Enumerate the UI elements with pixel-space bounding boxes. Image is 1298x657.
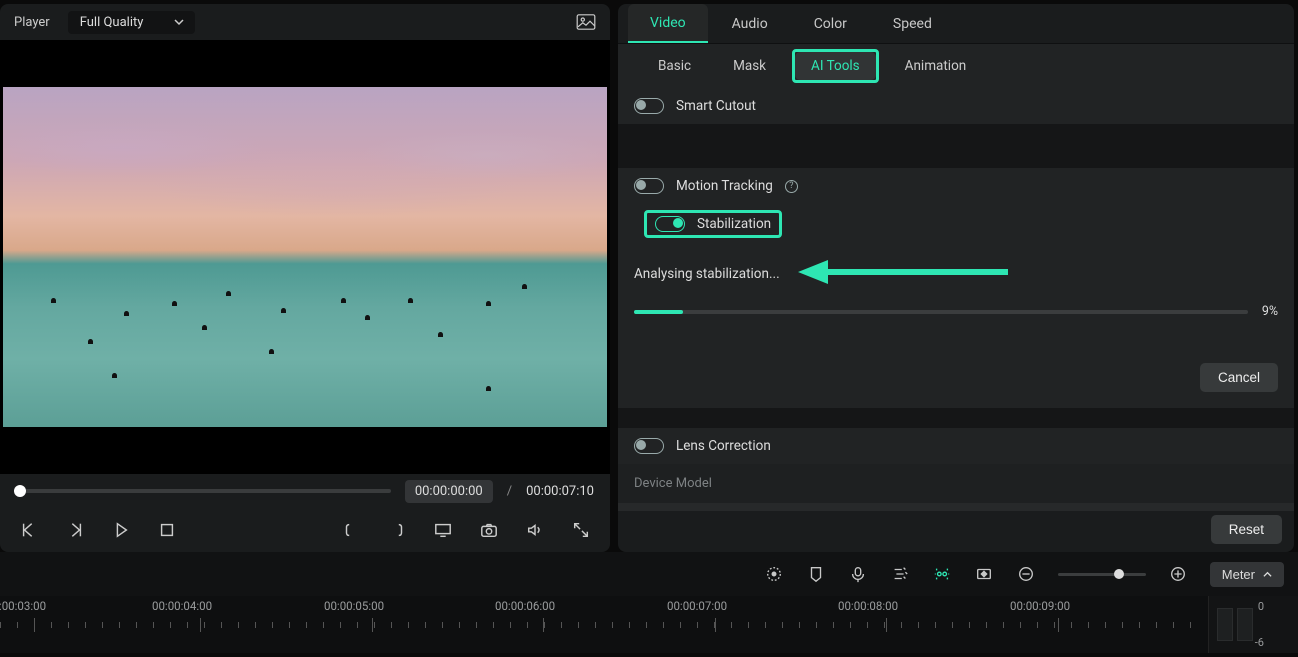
toggle-smart-cutout[interactable] [634, 98, 664, 114]
player-label: Player [14, 15, 50, 30]
tab-basic[interactable]: Basic [642, 52, 707, 80]
chevron-up-icon [1263, 570, 1272, 579]
audio-meter: 0 -6 [1208, 596, 1298, 653]
device-model-label: Device Model [618, 464, 1294, 503]
tab-mask[interactable]: Mask [717, 52, 782, 80]
image-icon[interactable] [576, 14, 596, 30]
ruler-label: 00:00:03:00 [0, 599, 46, 613]
toggle-motion-tracking[interactable] [634, 178, 664, 194]
video-preview[interactable] [0, 40, 610, 474]
timeline-toolbar: Meter [0, 552, 1298, 596]
chevron-down-icon [173, 16, 185, 28]
fullscreen-button[interactable] [570, 519, 592, 541]
next-frame-button[interactable] [64, 519, 86, 541]
sub-tab-bar: Basic Mask AI Tools Animation [618, 44, 1294, 88]
timecode-current[interactable]: 00:00:00:00 [405, 480, 493, 503]
zoom-in-icon[interactable] [1168, 564, 1188, 584]
timecode-sep: / [507, 484, 512, 499]
marker-icon[interactable] [806, 564, 826, 584]
tab-color[interactable]: Color [792, 4, 869, 43]
toggle-lens-correction[interactable] [634, 438, 664, 454]
meter-label: Meter [1222, 567, 1255, 582]
scrub-thumb[interactable] [14, 485, 26, 497]
display-button[interactable] [432, 519, 454, 541]
help-icon[interactable]: ? [785, 180, 798, 193]
timeline: 00:00:03:00 00:00:04:00 00:00:05:00 00:00:0… [0, 596, 1298, 653]
audio-mix-icon[interactable] [890, 564, 910, 584]
cancel-button[interactable]: Cancel [1200, 363, 1278, 392]
reset-button[interactable]: Reset [1211, 515, 1282, 544]
scrub-row: 00:00:00:00 / 00:00:07:10 [0, 474, 610, 508]
ruler-label: 00:00:09:00 [1010, 599, 1070, 613]
volume-button[interactable] [524, 519, 546, 541]
tab-ai-tools[interactable]: AI Tools [795, 52, 876, 80]
snapshot-button[interactable] [478, 519, 500, 541]
player-panel: Player Full Quality [0, 4, 610, 552]
stop-button[interactable] [156, 519, 178, 541]
zoom-slider[interactable] [1058, 573, 1146, 576]
meter-scale-6: -6 [1255, 636, 1264, 649]
highlight-stabilization: Stabilization [644, 210, 782, 238]
tab-video[interactable]: Video [628, 4, 708, 43]
quality-select[interactable]: Full Quality [68, 11, 196, 34]
zoom-thumb[interactable] [1114, 569, 1124, 579]
scrub-track[interactable] [16, 489, 391, 493]
ruler-label: 00:00:04:00 [152, 599, 212, 613]
mark-out-button[interactable] [386, 519, 408, 541]
zoom-out-icon[interactable] [1016, 564, 1036, 584]
mark-in-button[interactable] [340, 519, 362, 541]
row-stabilization: Stabilization [618, 204, 1294, 248]
ruler-label: 00:00:06:00 [495, 599, 555, 613]
label-smart-cutout: Smart Cutout [676, 98, 756, 114]
top-tab-bar: Video Audio Color Speed [618, 4, 1294, 44]
render-icon[interactable] [764, 564, 784, 584]
tab-audio[interactable]: Audio [710, 4, 790, 43]
highlight-ai-tools: AI Tools [792, 49, 879, 83]
timeline-ruler[interactable]: 00:00:03:00 00:00:04:00 00:00:05:00 00:00:0… [0, 596, 1208, 653]
row-lens-correction: Lens Correction [618, 428, 1294, 464]
tab-animation[interactable]: Animation [889, 52, 983, 80]
annotation-arrow-icon [798, 260, 1008, 284]
ruler-label: 00:00:07:00 [667, 599, 727, 613]
ruler-label: 00:00:08:00 [838, 599, 898, 613]
tab-speed[interactable]: Speed [871, 4, 954, 43]
row-motion-tracking: Motion Tracking ? [618, 168, 1294, 204]
keyframe-icon[interactable] [974, 564, 994, 584]
quality-value: Full Quality [80, 15, 144, 30]
progress-track [634, 310, 1248, 314]
analysing-block: Analysing stabilization... 9% [618, 248, 1294, 341]
label-motion-tracking: Motion Tracking [676, 178, 773, 194]
prev-frame-button[interactable] [18, 519, 40, 541]
label-stabilization: Stabilization [697, 216, 771, 232]
ruler-label: 00:00:05:00 [324, 599, 384, 613]
timecode-total: 00:00:07:10 [526, 484, 594, 499]
play-button[interactable] [110, 519, 132, 541]
player-header: Player Full Quality [0, 4, 610, 40]
properties-panel: Video Audio Color Speed Basic Mask AI To… [618, 4, 1294, 552]
transport-bar [0, 508, 610, 552]
ai-tool-icon[interactable] [932, 564, 952, 584]
video-frame [3, 87, 607, 427]
voiceover-icon[interactable] [848, 564, 868, 584]
label-lens-correction: Lens Correction [676, 438, 771, 454]
toggle-stabilization[interactable] [655, 216, 685, 232]
device-model-field[interactable] [618, 503, 1294, 511]
progress-fill [634, 310, 683, 314]
meter-scale-0: 0 [1258, 600, 1264, 613]
progress-percent: 9% [1262, 304, 1278, 319]
row-smart-cutout: Smart Cutout [618, 88, 1294, 124]
meter-button[interactable]: Meter [1210, 562, 1284, 587]
